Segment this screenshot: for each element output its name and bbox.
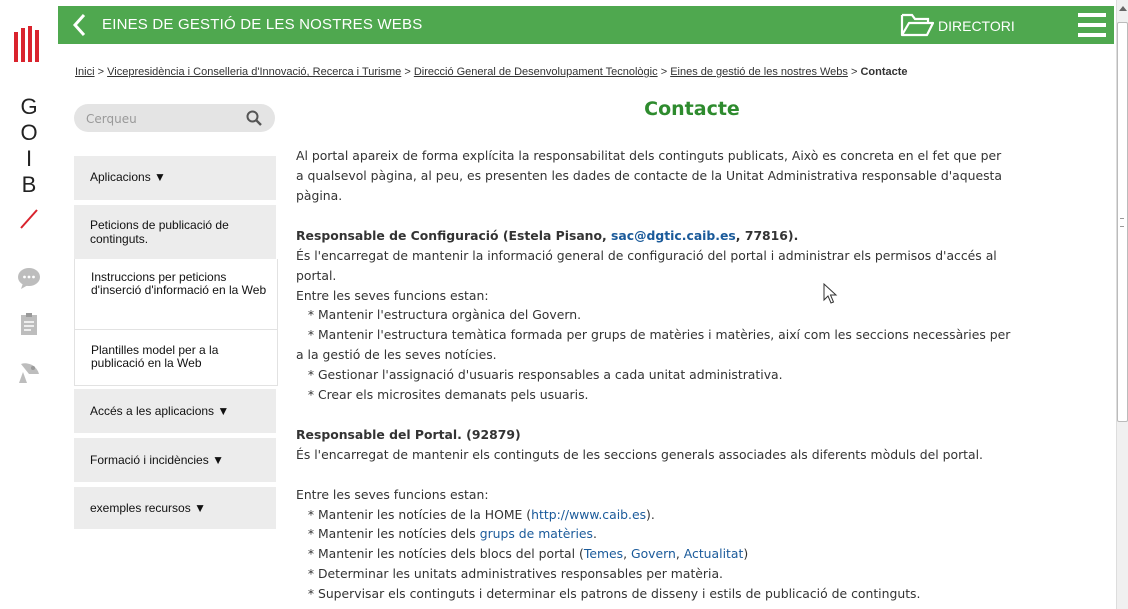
chat-icon[interactable] xyxy=(17,266,41,290)
config-heading: Responsable de Configuració (Estela Pisa… xyxy=(296,228,799,243)
breadcrumb-separator: > xyxy=(850,66,858,78)
left-rail: G O I B xyxy=(0,0,58,609)
mouse-pointer-icon xyxy=(823,283,838,304)
caret-down-icon: ▼ xyxy=(212,453,224,467)
sidebar-item-label: Formació i incidències xyxy=(90,453,209,467)
config-line: * Mantenir l'estructura orgànica del Gov… xyxy=(296,307,582,322)
back-chevron-icon[interactable] xyxy=(70,12,90,38)
logo-letter-b: B xyxy=(21,172,37,197)
breadcrumb-link-home[interactable]: Inici xyxy=(75,66,95,78)
portal-heading: Responsable del Portal. (92879) xyxy=(296,427,521,442)
satellite-dish-icon[interactable] xyxy=(17,360,41,384)
home-link[interactable]: http://www.caib.es xyxy=(531,507,646,522)
breadcrumb-current: Contacte xyxy=(860,66,908,78)
page-header-title[interactable]: EINES DE GESTIÓ DE LES NOSTRES WEBS xyxy=(102,16,422,33)
breadcrumb-link-eines[interactable]: Eines de gestió de les nostres Webs xyxy=(670,66,848,78)
breadcrumb-separator: > xyxy=(97,66,105,78)
govern-link[interactable]: Govern xyxy=(631,546,676,561)
temes-link[interactable]: Temes xyxy=(584,546,623,561)
sidebar-item-exemples[interactable]: exemples recursos ▼ xyxy=(74,487,276,529)
portal-desc: És l'encarregat de mantenir els contingu… xyxy=(296,447,983,462)
config-line: Entre les seves funcions estan: xyxy=(296,288,489,303)
portal-line: Entre les seves funcions estan: xyxy=(296,487,489,502)
intro-line: pàgina. xyxy=(296,188,343,203)
config-line: * Mantenir l'estructura temàtica formada… xyxy=(296,327,1011,342)
sidebar-item-aplicacions[interactable]: Aplicacions ▼ xyxy=(74,156,276,200)
header-bar: EINES DE GESTIÓ DE LES NOSTRES WEBS DIRE… xyxy=(58,6,1114,44)
logo-letter-g: G xyxy=(20,94,38,119)
logo-flag-icon xyxy=(14,26,39,62)
sidebar-item-label: Aplicacions xyxy=(90,170,151,184)
portal-line: * Mantenir les notícies dels blocs del p… xyxy=(296,546,749,561)
sidebar-subitem-label: Instruccions per peticions d'inserció d'… xyxy=(91,270,267,297)
logo-slash-icon xyxy=(20,209,38,229)
breadcrumb: Inici > Vicepresidència i Conselleria d'… xyxy=(75,66,908,78)
search-input[interactable] xyxy=(84,108,238,130)
intro-line: Al portal apareix de forma explícita la … xyxy=(296,148,1002,163)
sidebar-item-formacio[interactable]: Formació i incidències ▼ xyxy=(74,438,276,482)
search-box xyxy=(74,104,275,132)
directory-label: DIRECTORI xyxy=(938,18,1015,34)
intro-line: a qualsevol pàgina, al peu, es presenten… xyxy=(296,168,1002,183)
directory-button[interactable]: DIRECTORI xyxy=(900,10,1050,40)
breadcrumb-separator: > xyxy=(404,66,411,78)
portal-line: * Mantenir les notícies dels grups de ma… xyxy=(296,526,597,541)
scroll-up-arrow-icon[interactable] xyxy=(1119,6,1127,11)
breadcrumb-link-vicepresidencia[interactable]: Vicepresidència i Conselleria d'Innovaci… xyxy=(107,66,401,78)
config-line: a la gestió de les seves notícies. xyxy=(296,347,497,362)
clipboard-icon[interactable] xyxy=(17,312,41,336)
sidebar-item-label: exemples recursos xyxy=(90,501,191,515)
sidebar-item-label: Accés a les aplicacions xyxy=(90,404,215,418)
caret-down-icon: ▼ xyxy=(217,404,230,418)
scrollbar-grip-icon xyxy=(1120,218,1124,227)
search-icon[interactable] xyxy=(246,110,262,126)
config-line: portal. xyxy=(296,268,337,283)
grups-materies-link[interactable]: grups de matèries xyxy=(480,526,593,541)
logo-letter-i: I xyxy=(25,146,33,171)
actualitat-link[interactable]: Actualitat xyxy=(684,546,744,561)
caret-down-icon: ▼ xyxy=(194,501,206,515)
folder-icon xyxy=(900,13,934,37)
sidebar-subitem-plantilles[interactable]: Plantilles model per a la publicació en … xyxy=(74,330,278,386)
caret-down-icon: ▼ xyxy=(154,170,166,184)
portal-line: * Mantenir les notícies de la HOME (http… xyxy=(296,507,655,522)
email-link[interactable]: sac@dgtic.caib.es xyxy=(611,228,736,243)
config-line: * Gestionar l'assignació d'usuaris respo… xyxy=(296,367,783,382)
config-line: * Crear els microsites demanats pels usu… xyxy=(296,387,589,402)
sidebar-subitem-instruccions[interactable]: Instruccions per peticions d'inserció d'… xyxy=(74,259,278,330)
breadcrumb-separator: > xyxy=(660,66,668,78)
hamburger-menu-icon[interactable] xyxy=(1076,10,1108,40)
sidebar-item-peticions[interactable]: Peticions de publicació de continguts. xyxy=(74,205,276,259)
config-line: És l'encarregat de mantenir la informaci… xyxy=(296,248,997,263)
sidebar-item-acces[interactable]: Accés a les aplicacions ▼ xyxy=(74,389,276,433)
portal-line: * Supervisar els continguts i determinar… xyxy=(296,586,921,601)
portal-line: * Determinar les unitats administratives… xyxy=(296,566,723,581)
logo-letter-o: O xyxy=(20,120,38,145)
breadcrumb-link-direccio[interactable]: Direcció General de Desenvolupament Tecn… xyxy=(414,66,658,78)
sidebar-item-label: Peticions de publicació de continguts. xyxy=(90,218,229,246)
page-title: Contacte xyxy=(644,98,740,120)
sidebar-subitem-label: Plantilles model per a la publicació en … xyxy=(91,343,219,370)
